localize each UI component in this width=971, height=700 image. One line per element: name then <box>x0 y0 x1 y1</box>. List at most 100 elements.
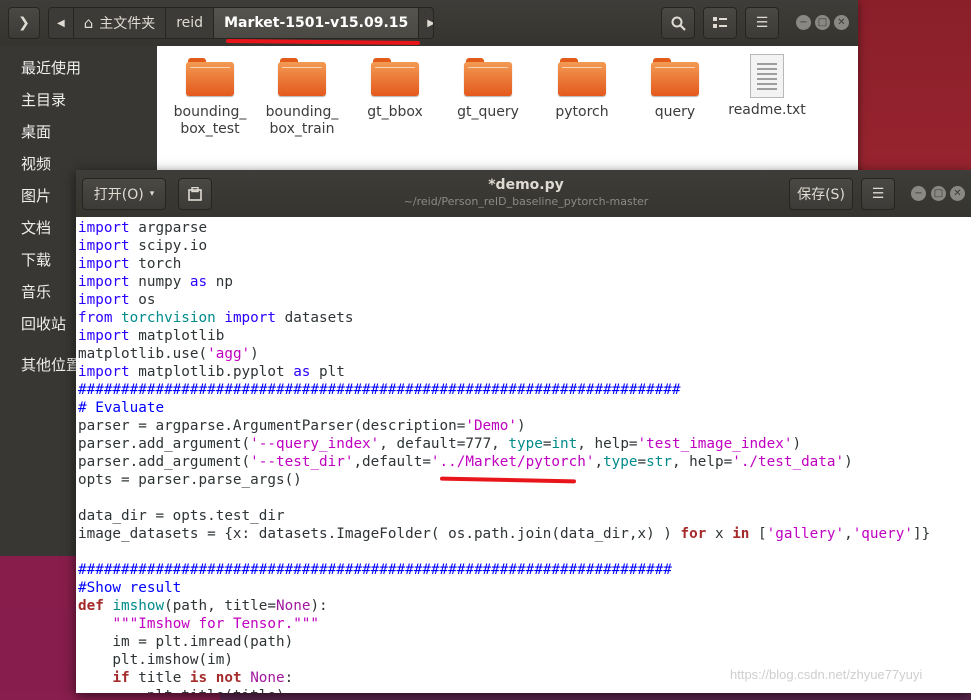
hamburger-menu-button[interactable]: ☰ <box>745 7 779 39</box>
close-button[interactable]: ✕ <box>834 15 849 30</box>
code-token: import <box>78 292 139 308</box>
folder-icon <box>371 58 419 96</box>
sidebar-item-desktop[interactable]: 桌面 <box>21 121 51 142</box>
code-token: matplotlib <box>138 328 225 344</box>
file-item[interactable]: pytorch <box>536 58 628 121</box>
code-token: numpy <box>138 274 190 290</box>
crumb-current[interactable]: Market-1501-v15.09.15 <box>214 8 420 38</box>
code-token: im = plt.imread(path) <box>78 634 294 650</box>
path-scroll-left-button[interactable]: ◀ <box>49 8 74 38</box>
maximize-button[interactable]: □ <box>815 15 830 30</box>
code-token: , <box>594 454 604 470</box>
file-name-text: gt_bbox <box>367 104 423 120</box>
code-token: ) <box>844 454 853 470</box>
code-line: image_datasets = {x: datasets.ImageFolde… <box>78 525 971 543</box>
minimize-button[interactable]: − <box>796 15 811 30</box>
code-editor[interactable]: import argparse import scipy.io import tor… <box>78 219 971 693</box>
folder-icon <box>464 58 512 96</box>
sidebar-item-pictures[interactable]: 图片 <box>21 185 51 206</box>
sidebar-item-documents[interactable]: 文档 <box>21 217 51 238</box>
code-line: ########################################… <box>78 561 971 579</box>
code-token: 'gallery' <box>766 526 845 542</box>
search-icon <box>671 16 686 31</box>
sidebar-item-trash[interactable]: 回收站 <box>21 313 66 334</box>
code-token: if <box>112 670 130 686</box>
file-name: gt_query <box>442 104 534 121</box>
minimize-icon: − <box>914 188 923 199</box>
folder-icon <box>186 58 234 96</box>
hamburger-icon: ☰ <box>871 186 885 202</box>
sidebar-item-videos[interactable]: 视频 <box>21 153 51 174</box>
file-item[interactable]: readme.txt <box>721 54 813 119</box>
code-token: ): <box>310 598 328 614</box>
code-token: ,default= <box>353 454 431 470</box>
file-item[interactable]: gt_bbox <box>349 58 441 121</box>
code-token: as <box>293 364 311 380</box>
code-token: plt.title(title) <box>78 688 285 693</box>
text-editor-window: 打开(O) ▾ *demo.py ~/reid/Person_reID_base… <box>76 170 971 693</box>
code-line: import os <box>78 291 971 309</box>
code-line: plt.title(title) <box>78 687 971 693</box>
code-token: parser.add_argument( <box>78 454 251 470</box>
code-token: in <box>732 526 750 542</box>
triangle-right-icon: ▶ <box>427 18 433 29</box>
text-file-icon <box>750 54 784 98</box>
code-token: # Evaluate <box>78 400 165 416</box>
code-token: '--test_dir' <box>250 454 354 470</box>
code-line: parser = argparse.ArgumentParser(descrip… <box>78 417 971 435</box>
triangle-left-icon: ◀ <box>57 17 65 29</box>
file-item[interactable]: gt_query <box>442 58 534 121</box>
code-token: matplotlib.use( <box>78 346 208 362</box>
code-token: ) <box>517 418 526 434</box>
code-token: 'Demo' <box>465 418 517 434</box>
sidebar-item-recent[interactable]: 最近使用 <box>21 57 81 78</box>
path-scroll-right-button[interactable]: ▶ <box>419 8 433 38</box>
code-line: import matplotlib <box>78 327 971 345</box>
code-line: import torch <box>78 255 971 273</box>
folder-icon <box>278 58 326 96</box>
code-token: 'query' <box>852 526 913 542</box>
forward-button[interactable]: ❯ <box>8 7 40 39</box>
code-line: def imshow(path, title=None): <box>78 597 971 615</box>
code-token: as <box>189 274 208 290</box>
sidebar-item-downloads[interactable]: 下载 <box>21 249 51 270</box>
view-mode-button[interactable] <box>703 7 737 39</box>
sidebar-item-other-locations[interactable]: 其他位置 <box>21 354 81 375</box>
code-token: '../Market/pytorch' <box>430 454 595 470</box>
code-token: type <box>508 436 543 452</box>
code-token: data_dir = opts.test_dir <box>78 508 285 524</box>
crumb-reid[interactable]: reid <box>166 8 215 38</box>
code-token: ]} <box>912 526 931 542</box>
search-button[interactable] <box>661 7 695 39</box>
path-bar: ◀ ⌂ 主文件夹 reid Market-1501-v15.09.15 ▶ <box>48 7 434 39</box>
sidebar-item-music[interactable]: 音乐 <box>21 281 51 302</box>
file-name: bounding_ box_train <box>256 104 348 138</box>
file-item[interactable]: bounding_ box_train <box>256 58 348 138</box>
maximize-button[interactable]: □ <box>931 186 946 201</box>
code-token: datasets <box>284 310 354 326</box>
code-token: = <box>637 454 647 470</box>
save-button-label: 保存(S) <box>797 187 845 203</box>
close-icon: ✕ <box>837 17 846 28</box>
code-token: int <box>551 436 578 452</box>
crumb-label: Market-1501-v15.09.15 <box>224 15 409 31</box>
file-manager-header: ❯ ◀ ⌂ 主文件夹 reid Market-1501-v15.09.15 ▶ <box>0 0 858 46</box>
file-item[interactable]: bounding_ box_test <box>164 58 256 138</box>
hamburger-menu-button[interactable]: ☰ <box>861 178 895 210</box>
minimize-button[interactable]: − <box>911 186 926 201</box>
sidebar-item-home[interactable]: 主目录 <box>21 89 66 110</box>
file-item[interactable]: query <box>629 58 721 121</box>
code-line: import scipy.io <box>78 237 971 255</box>
new-tab-button[interactable] <box>178 178 212 210</box>
open-button[interactable]: 打开(O) ▾ <box>82 178 166 210</box>
editor-subtitle: ~/reid/Person_reID_baseline_pytorch-mast… <box>403 195 649 208</box>
crumb-home[interactable]: ⌂ 主文件夹 <box>74 8 167 38</box>
close-button[interactable]: ✕ <box>950 186 965 201</box>
code-token: """Imshow for Tensor.""" <box>112 616 320 632</box>
code-token: './test_data' <box>732 454 845 470</box>
code-token: 'agg' <box>207 346 251 362</box>
save-button[interactable]: 保存(S) <box>789 178 853 210</box>
code-token: , help= <box>577 436 638 452</box>
